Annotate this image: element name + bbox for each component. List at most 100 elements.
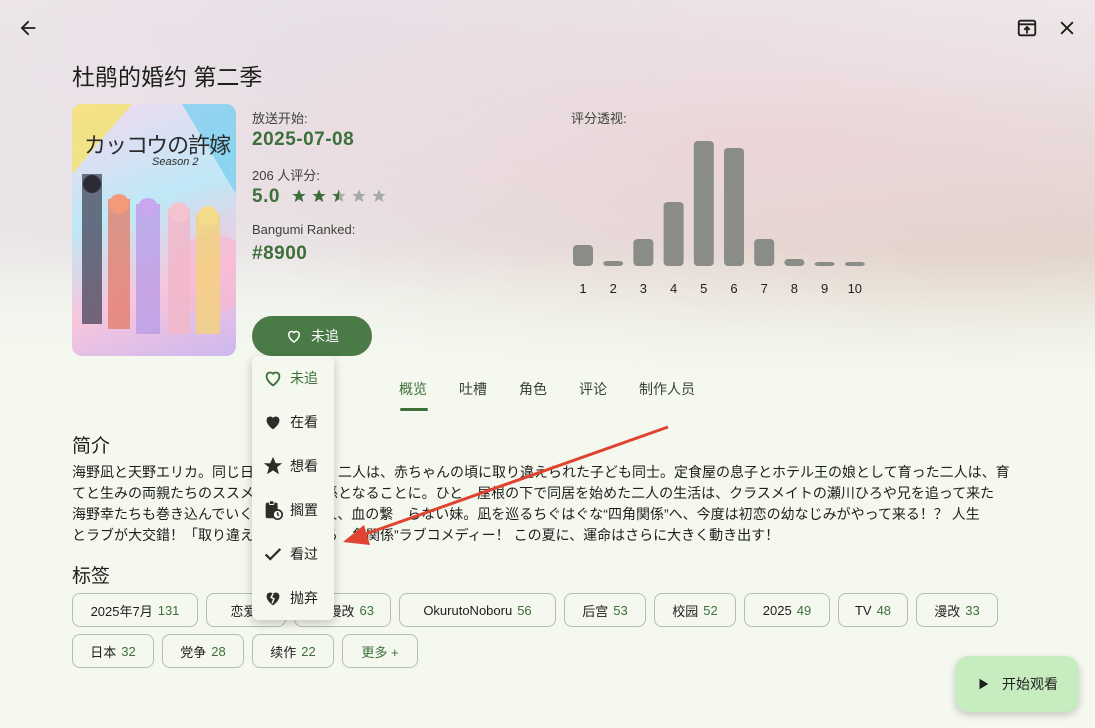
menu-item-label: 在看 [290,414,318,430]
tag-chip[interactable]: 党争 28 [162,634,244,668]
play-icon [979,678,989,690]
follow-status-button[interactable]: 未追 [252,316,372,356]
histogram-tick-label: 2 [610,281,617,296]
tag-name: 2025 [762,602,792,618]
tag-name: 党争 [180,644,207,660]
page-title: 杜鹃的婚约 第二季 [72,64,263,90]
follow-status-label: 未追 [311,328,339,344]
tag-count: 131 [157,602,180,618]
tag-chip[interactable]: 续作 22 [252,634,334,668]
menu-item-on-hold[interactable]: 搁置 [252,488,334,532]
tag-chip[interactable]: OkurutoNoboru 56 [399,593,556,627]
histogram-tick-label: 10 [848,281,862,296]
histogram-tick-label: 3 [640,281,647,296]
histogram-tick-label: 9 [821,281,828,296]
tag-chip[interactable]: TV 48 [838,593,908,627]
tag-chip[interactable]: 2025 49 [744,593,830,627]
histogram-tick-label: 7 [761,281,768,296]
summary-title: 简介 [72,436,111,457]
start-watching-button[interactable]: 开始观看 [955,656,1079,712]
air-date: 2025-07-08 [252,129,355,150]
tag-count: 53 [613,602,628,618]
tag-name: 续作 [270,644,297,660]
clipboard-clock-icon [265,500,283,520]
rank-label: Bangumi Ranked: [252,222,356,237]
menu-item-watched[interactable]: 看过 [252,532,334,576]
open-external-icon [1017,19,1037,37]
menu-item-watching[interactable]: 在看 [252,400,334,444]
tag-name: 漫改 [934,603,961,619]
close-button[interactable] [1051,12,1083,44]
open-external-button[interactable] [1011,12,1043,44]
star-empty-icon [372,189,386,202]
histogram-tick-label: 8 [791,281,798,296]
menu-item-label: 想看 [290,458,318,474]
tag-count: 56 [517,602,532,618]
histogram-tick-label: 4 [670,281,677,296]
histogram-bar [693,141,714,266]
summary-line: てと生みの両親たちのススメ 係となることに。ひと 屋根の下で同居を始めた二人の生… [72,485,995,501]
votes-label: 206 人评分: [252,168,320,183]
tag-name: 2025年7月 [90,603,153,619]
tags-title: 标签 [72,566,111,587]
histogram-bar [724,148,744,266]
menu-item-dropped[interactable]: 抛弃 [252,576,334,620]
start-watching-label: 开始观看 [1002,676,1058,692]
tab-staff[interactable]: 制作人员 [639,379,695,399]
menu-item-label: 抛弃 [290,590,318,606]
tag-name: 校园 [672,603,699,619]
tag-count: 48 [876,602,892,618]
heart-outline-icon [265,371,281,387]
menu-item-label: 未追 [290,370,318,386]
star-half-icon [332,189,346,202]
menu-item-label: 搁置 [290,502,318,518]
score: 5.0 [252,186,280,207]
more-tags-label: 更多 + [361,644,399,660]
tag-name: TV [854,602,872,618]
summary-line: 海野凪と天野エリカ。同じ日 二人は、赤ちゃんの頃に取り違えられた子ども同士。定食… [72,464,1010,480]
tag-count: 33 [965,602,980,618]
histogram-bar [814,262,835,266]
histogram-bar [633,239,654,266]
cover-season-text: Season 2 [152,156,199,168]
tag-chip[interactable]: 2025年7月 131 [72,593,198,627]
tag-name: OkurutoNoboru [423,602,513,618]
close-icon [1060,21,1074,35]
back-button[interactable] [12,12,44,44]
tab-characters[interactable]: 角色 [519,379,547,399]
tab-overview[interactable]: 概览 [399,379,427,399]
back-arrow-icon [20,20,36,36]
histogram-bar [573,245,593,266]
summary-line: とラブが大交錯！「取り違え まる 角関係”ラブコメディー！ この夏に、運命はさら… [72,527,780,543]
heart-outline-icon [287,330,301,343]
cover-image[interactable]: カッコウの許嫁 Season 2 [72,104,236,356]
menu-item-not-following[interactable]: 未追 [252,356,334,400]
histogram-bar [603,261,624,266]
menu-item-want-to-watch[interactable]: 想看 [252,444,334,488]
histogram-tick-label: 1 [579,281,586,296]
tag-name: 日本 [90,644,117,660]
histogram-tick-label: 5 [700,281,707,296]
histogram-bar [663,202,684,266]
check-icon [264,548,282,561]
summary-line: 海野幸たちも巻き込んでいく い人、血の繋 らない妹。凪を巡るちぐはぐな“四角関係… [72,506,980,522]
tag-count: 63 [359,602,374,618]
tab-indicator [400,408,428,411]
heart-filled-icon [266,416,280,430]
more-tags-button[interactable]: 更多 + [342,634,418,668]
histogram-title: 评分透视: [571,111,627,126]
star-empty-icon [352,189,366,202]
tag-chip[interactable]: 校园 52 [654,593,736,627]
tab-reviews[interactable]: 评论 [579,379,607,399]
histogram-bar [754,239,775,266]
summary-text: 海野凪と天野エリカ。同じ日 二人は、赤ちゃんの頃に取り違えられた子ども同士。定食… [72,462,1017,546]
tag-count: 32 [121,643,136,659]
tag-chip[interactable]: 漫改 33 [916,593,998,627]
tab-comments[interactable]: 吐槽 [459,379,487,399]
tag-chip[interactable]: 日本 32 [72,634,154,668]
tag-name: 后宫 [582,603,609,619]
tag-count: 49 [796,602,812,618]
tag-count: 52 [703,602,718,618]
star-full-icon [292,189,306,202]
tag-chip[interactable]: 后宫 53 [564,593,646,627]
